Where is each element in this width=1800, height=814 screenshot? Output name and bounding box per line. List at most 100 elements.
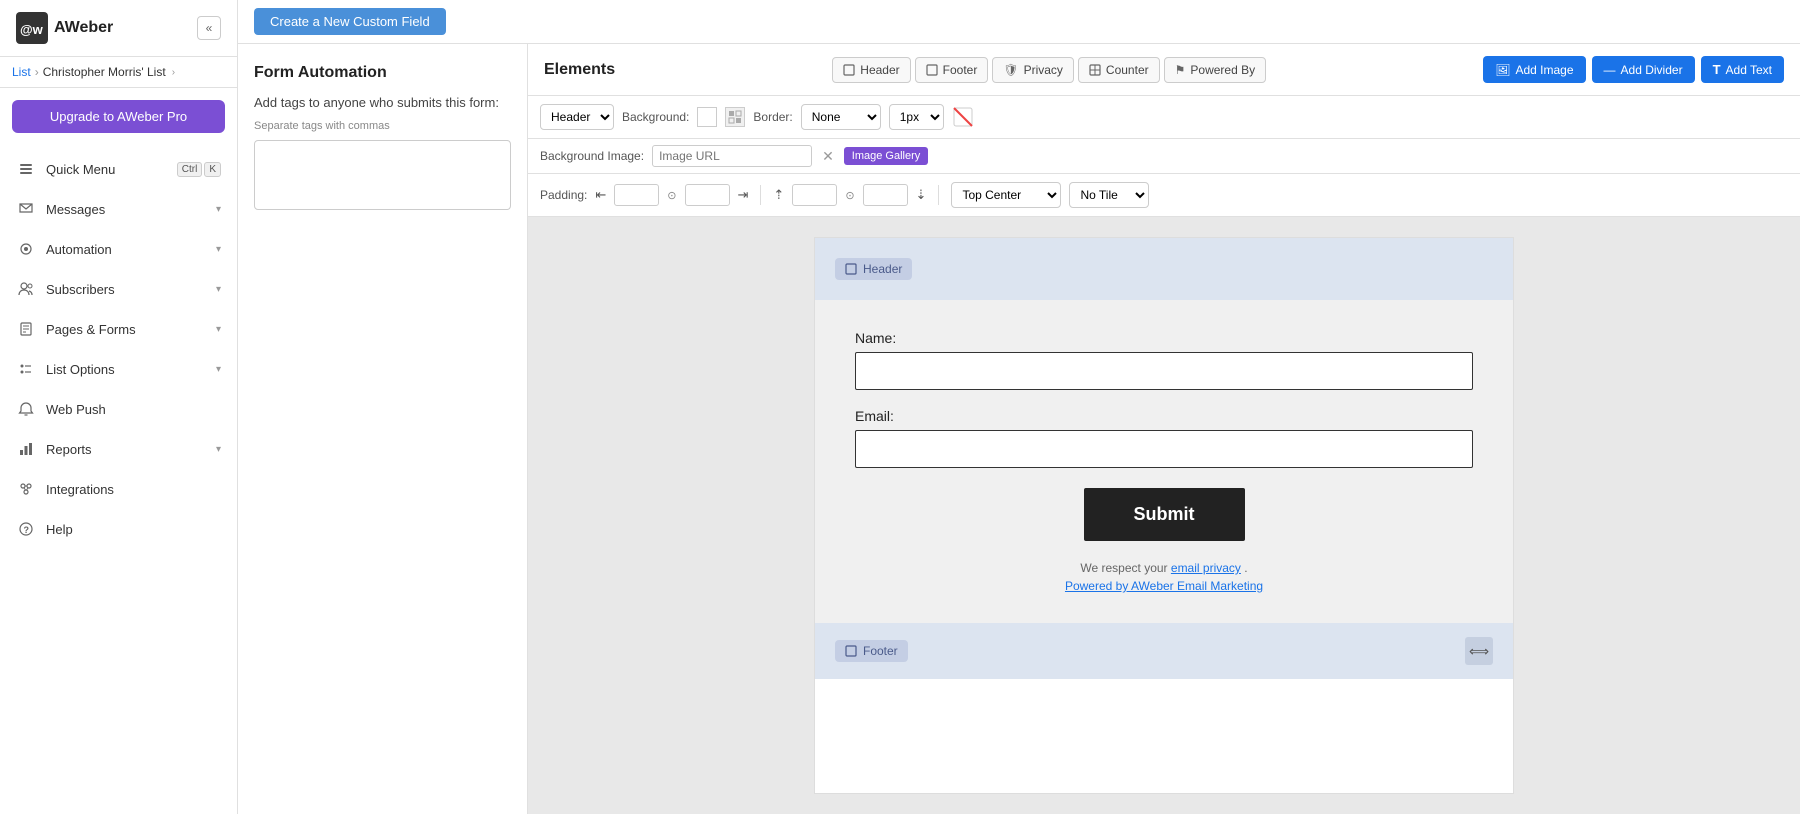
footer-block-icon [845, 645, 857, 657]
add-divider-label: Add Divider [1621, 63, 1683, 77]
section-select[interactable]: Header [540, 104, 614, 130]
elements-title: Elements [544, 61, 615, 79]
breadcrumb-separator: › [35, 65, 39, 79]
padding-left-input[interactable]: 20 [614, 184, 659, 206]
add-divider-button[interactable]: — Add Divider [1592, 56, 1695, 83]
svg-text:@w: @w [20, 22, 44, 37]
border-color-area [952, 106, 974, 128]
pages-forms-chevron-icon: ▾ [216, 324, 221, 335]
reports-chevron-icon: ▾ [216, 444, 221, 455]
email-label: Email: [855, 408, 1473, 424]
tab-privacy[interactable]: 🛡 Privacy [992, 57, 1074, 83]
add-text-icon: T [1713, 62, 1721, 77]
tab-header[interactable]: Header [832, 57, 910, 83]
element-tabs: Header Footer 🛡 Privacy [832, 57, 1266, 83]
pages-forms-icon [16, 319, 36, 339]
breadcrumb-current: Christopher Morris' List [43, 65, 166, 79]
padding-label: Padding: [540, 188, 587, 202]
breadcrumb: List › Christopher Morris' List › [0, 57, 237, 88]
reports-icon [16, 439, 36, 459]
add-image-button[interactable]: 🖼 Add Image [1483, 56, 1585, 83]
sidebar-item-web-push[interactable]: Web Push [0, 389, 237, 429]
sidebar-label-automation: Automation [46, 242, 112, 257]
email-privacy-link[interactable]: email privacy [1171, 561, 1241, 575]
header-tab-icon [843, 63, 855, 77]
sidebar-label-list-options: List Options [46, 362, 115, 377]
canvas-footer-block[interactable]: Footer ⟺ [815, 623, 1513, 679]
resize-handle[interactable]: ⟺ [1465, 637, 1493, 665]
powered-by-link[interactable]: Powered by AWeber Email Marketing [1065, 579, 1263, 593]
tab-header-label: Header [860, 63, 899, 77]
padding-right-input[interactable]: 20 [685, 184, 730, 206]
toolbar-divider [760, 185, 761, 205]
privacy-text: We respect your email privacy . [855, 561, 1473, 575]
name-input[interactable] [855, 352, 1473, 390]
sidebar-item-integrations[interactable]: Integrations [0, 469, 237, 509]
create-custom-field-button[interactable]: Create a New Custom Field [254, 8, 446, 35]
tags-textarea[interactable] [254, 140, 511, 210]
upgrade-button[interactable]: Upgrade to AWeber Pro [12, 100, 225, 133]
footer-tab-icon [926, 63, 938, 77]
image-gallery-button[interactable]: Image Gallery [844, 147, 928, 165]
position-select[interactable]: Top Center [951, 182, 1061, 208]
tab-powered-by[interactable]: ⚑ Powered By [1164, 57, 1266, 83]
canvas-header-text: Header [863, 262, 902, 276]
clear-image-button[interactable]: ✕ [820, 148, 836, 165]
add-image-label: Add Image [1515, 63, 1573, 77]
list-options-chevron-icon: ▾ [216, 364, 221, 375]
main-content: Create a New Custom Field Form Automatio… [238, 0, 1800, 814]
email-input[interactable] [855, 430, 1473, 468]
logo: @w AWeber [16, 12, 113, 44]
padding-top-input[interactable]: 40 [792, 184, 837, 206]
sidebar-item-quick-menu[interactable]: Quick Menu Ctrl K [0, 149, 237, 189]
background-image-url-input[interactable] [652, 145, 812, 167]
sidebar-item-reports[interactable]: Reports ▾ [0, 429, 237, 469]
canvas-content: Name: Email: Submit We respect your [815, 300, 1513, 623]
form-automation-note: Separate tags with commas [254, 120, 511, 132]
collapse-sidebar-button[interactable]: « [197, 16, 221, 40]
add-image-icon: 🖼 [1495, 63, 1510, 77]
form-canvas: Header Name: Email: [814, 237, 1514, 794]
sidebar-label-quick-menu: Quick Menu [46, 162, 115, 177]
background-color-picker[interactable] [697, 107, 717, 127]
background-label: Background: [622, 110, 689, 124]
border-label: Border: [753, 110, 792, 124]
sidebar-item-automation[interactable]: Automation ▾ [0, 229, 237, 269]
top-bar: Create a New Custom Field [238, 0, 1800, 44]
list-options-icon [16, 359, 36, 379]
sidebar-item-pages-forms[interactable]: Pages & Forms ▾ [0, 309, 237, 349]
padding-left-icon: ⇤ [595, 187, 606, 203]
sidebar-item-messages[interactable]: Messages ▾ [0, 189, 237, 229]
padding-bottom-input[interactable]: 20 [863, 184, 908, 206]
counter-tab-icon [1089, 63, 1101, 77]
name-field: Name: [855, 330, 1473, 390]
sidebar-item-subscribers[interactable]: Subscribers ▾ [0, 269, 237, 309]
tab-footer[interactable]: Footer [915, 57, 989, 83]
privacy-tab-icon: 🛡 [1003, 63, 1018, 77]
border-style-select[interactable]: None [801, 104, 881, 130]
submit-button[interactable]: Submit [1084, 488, 1245, 541]
sidebar-item-list-options[interactable]: List Options ▾ [0, 349, 237, 389]
toolbar-divider-2 [938, 185, 939, 205]
add-text-button[interactable]: T Add Text [1701, 56, 1784, 83]
sidebar-label-reports: Reports [46, 442, 92, 457]
background-grid-icon[interactable] [725, 107, 745, 127]
tile-select[interactable]: No Tile [1069, 182, 1149, 208]
padding-bottom-icon: ⇣ [916, 187, 927, 203]
border-size-select[interactable]: 1px [889, 104, 944, 130]
elements-header: Elements Header Footer [528, 44, 1800, 96]
tab-privacy-label: Privacy [1024, 63, 1063, 77]
canvas-header-label: Header [835, 258, 912, 280]
powered-by-tab-icon: ⚑ [1175, 63, 1186, 77]
tab-counter[interactable]: Counter [1078, 57, 1160, 83]
messages-chevron-icon: ▾ [216, 204, 221, 215]
padding-top-icon: ⇡ [773, 187, 784, 203]
add-text-label: Add Text [1726, 63, 1772, 77]
canvas-header-block[interactable]: Header [815, 238, 1513, 300]
diagonal-color-icon[interactable] [952, 106, 974, 128]
sidebar-item-help[interactable]: ? Help [0, 509, 237, 549]
help-icon: ? [16, 519, 36, 539]
messages-icon [16, 199, 36, 219]
toolbar-row-2: Background Image: ✕ Image Gallery [528, 139, 1800, 174]
breadcrumb-list[interactable]: List [12, 65, 31, 79]
